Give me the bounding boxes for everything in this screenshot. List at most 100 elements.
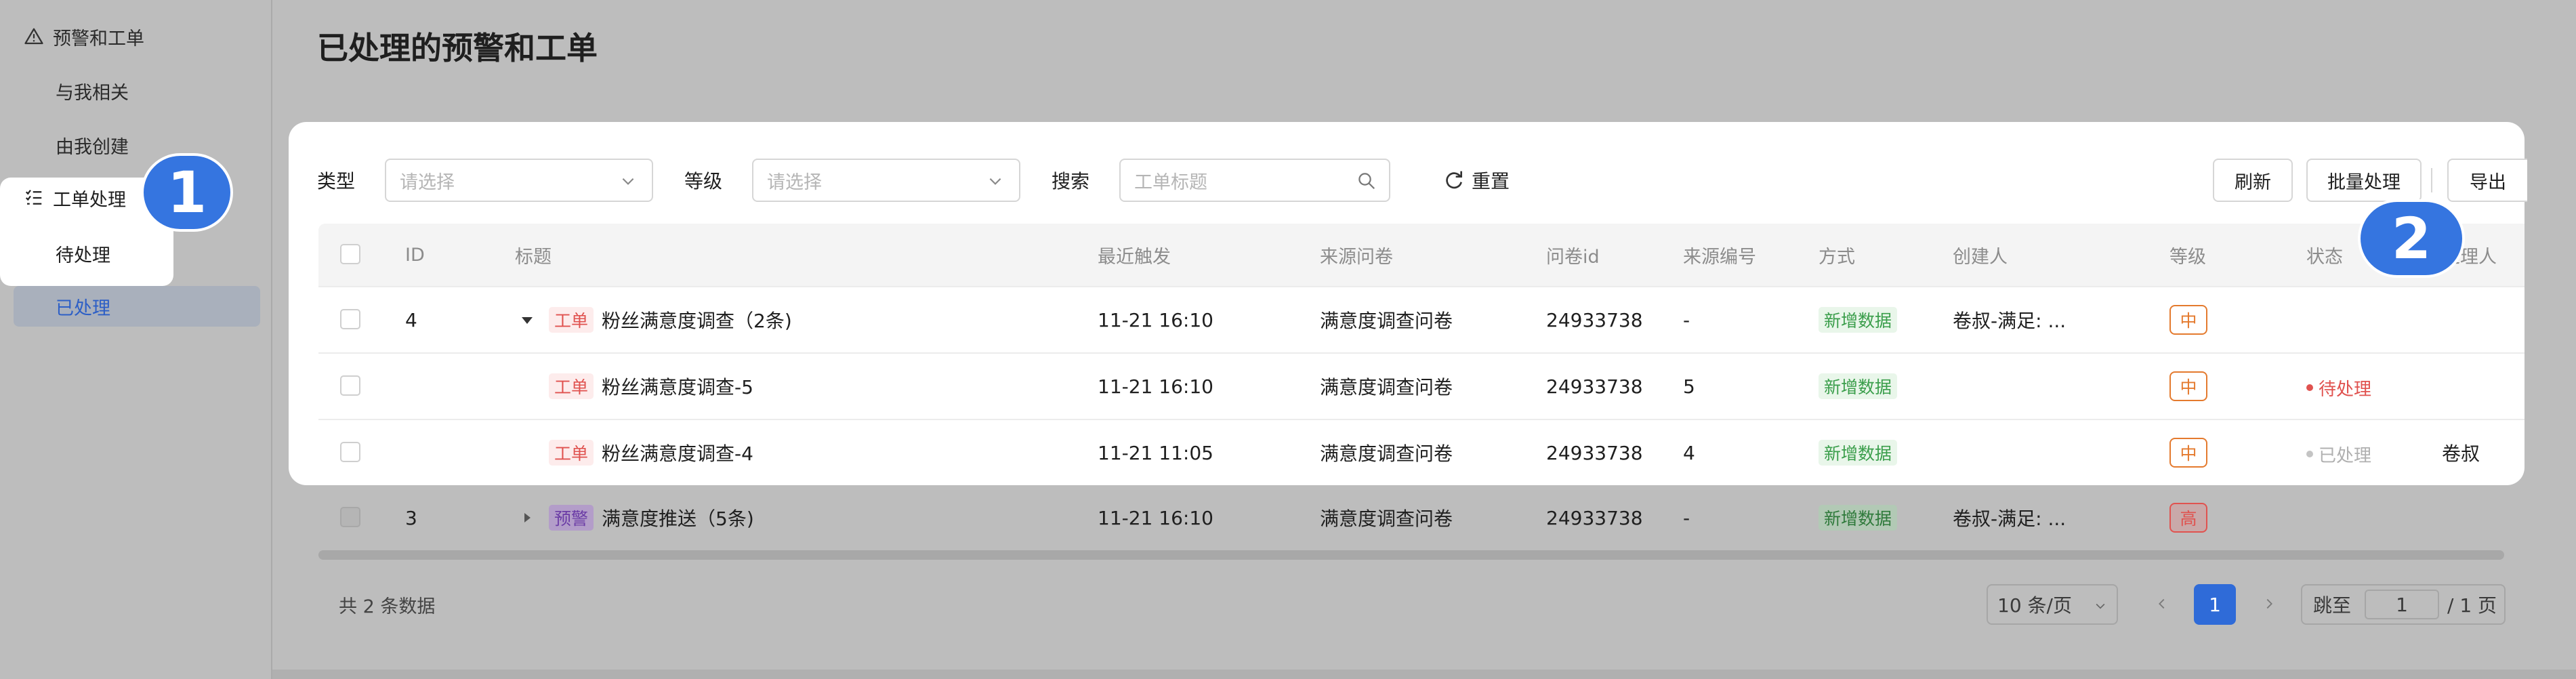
column-header-level[interactable]: 等级 xyxy=(2169,241,2206,268)
column-header-title[interactable]: 标题 xyxy=(515,241,552,268)
status-dot xyxy=(2306,384,2313,391)
search-input[interactable]: 工单标题 xyxy=(1119,159,1390,202)
chevron-down-icon xyxy=(2096,603,2105,609)
select-all-checkbox[interactable] xyxy=(340,244,360,264)
row-divider xyxy=(318,286,2525,287)
row-divider xyxy=(318,419,2525,420)
row-title[interactable]: 粉丝满意度调查（2条) xyxy=(602,306,792,333)
row-creator: 卷叔-满足: ... xyxy=(1953,508,2066,530)
method-tag: 新增数据 xyxy=(1819,505,1898,531)
column-header-last-triggered[interactable]: 最近触发 xyxy=(1098,241,1171,268)
row-survey-id: 24933738 xyxy=(1546,308,1643,331)
chevron-down-icon xyxy=(622,178,634,185)
method-tag: 新增数据 xyxy=(1819,307,1898,333)
total-pages: / 1 页 xyxy=(2447,594,2497,617)
row-title[interactable]: 粉丝满意度调查-4 xyxy=(602,439,753,466)
step-badge-2: 2 xyxy=(2358,199,2465,278)
level-filter-label: 等级 xyxy=(684,170,723,192)
refresh-icon xyxy=(1446,171,1462,189)
row-survey: 满意度调查问卷 xyxy=(1320,508,1453,530)
row-time: 11-21 11:05 xyxy=(1098,441,1213,464)
export-button[interactable]: 导出 xyxy=(2447,159,2527,202)
type-filter-label: 类型 xyxy=(317,170,356,192)
sidebar-selected-bg xyxy=(14,286,260,327)
row-checkbox[interactable] xyxy=(340,375,360,396)
method-tag: 新增数据 xyxy=(1819,440,1898,466)
sidebar-group-label: 预警和工单 xyxy=(53,28,144,49)
status-text: 待处理 xyxy=(2319,379,2372,400)
row-time: 11-21 16:10 xyxy=(1098,375,1213,398)
status-text: 已处理 xyxy=(2319,445,2372,466)
column-header-method[interactable]: 方式 xyxy=(1819,241,1855,268)
caret-right-icon[interactable] xyxy=(524,513,531,522)
level-badge: 高 xyxy=(2169,503,2207,533)
status-dot xyxy=(2306,451,2313,457)
row-id: 3 xyxy=(405,506,417,529)
toolbar-divider xyxy=(2431,168,2432,192)
row-survey: 满意度调查问卷 xyxy=(1320,376,1453,398)
warning-icon xyxy=(23,26,45,47)
search-icon[interactable] xyxy=(1356,171,1377,191)
horizontal-scrollbar[interactable] xyxy=(318,550,2504,560)
level-badge: 中 xyxy=(2169,438,2207,468)
column-header-id[interactable]: ID xyxy=(405,241,425,268)
row-survey-id: 24933738 xyxy=(1546,441,1643,464)
row-survey: 满意度调查问卷 xyxy=(1320,443,1453,465)
refresh-button[interactable]: 刷新 xyxy=(2213,159,2293,202)
column-header-survey-id[interactable]: 问卷id xyxy=(1546,241,1600,268)
list-check-icon xyxy=(23,187,45,209)
sidebar-item-processed[interactable]: 已处理 xyxy=(56,290,110,323)
sidebar-item-created[interactable]: 由我创建 xyxy=(56,129,129,161)
page-number-current[interactable]: 1 xyxy=(2194,584,2236,625)
row-handler: 卷叔 xyxy=(2442,443,2480,465)
row-creator: 卷叔-满足: ... xyxy=(1953,310,2066,332)
prev-page-icon[interactable] xyxy=(2155,596,2169,611)
chevron-down-icon xyxy=(989,178,1001,185)
next-page-icon[interactable] xyxy=(2262,596,2277,611)
type-select[interactable]: 请选择 xyxy=(385,159,653,202)
jump-to-page: 跳至 1 / 1 页 xyxy=(2301,584,2506,625)
row-title[interactable]: 满意度推送（5条) xyxy=(602,504,754,531)
sidebar-group-tickets[interactable]: 工单处理 xyxy=(23,182,126,214)
ticket-tag: 工单 xyxy=(549,440,594,466)
sidebar: 预警和工单 与我相关 由我创建 已处理 xyxy=(0,0,272,679)
jump-label: 跳至 xyxy=(2313,594,2352,617)
search-placeholder: 工单标题 xyxy=(1134,171,1207,193)
row-title[interactable]: 粉丝满意度调查-5 xyxy=(602,373,753,400)
level-badge: 中 xyxy=(2169,305,2207,335)
reset-button[interactable]: 重置 xyxy=(1443,165,1510,195)
page-title: 已处理的预警和工单 xyxy=(317,30,598,66)
row-survey: 满意度调查问卷 xyxy=(1320,310,1453,332)
row-checkbox[interactable] xyxy=(340,442,360,462)
step-badge-1: 1 xyxy=(141,153,233,232)
level-select[interactable]: 请选择 xyxy=(752,159,1020,202)
ticket-tag: 工单 xyxy=(549,373,594,399)
method-tag: 新增数据 xyxy=(1819,373,1898,399)
column-header-creator[interactable]: 创建人 xyxy=(1953,241,2008,268)
page-size-value: 10 条/页 xyxy=(1997,594,2072,617)
page-size-select[interactable]: 10 条/页 xyxy=(1987,584,2118,625)
row-time: 11-21 16:10 xyxy=(1098,506,1213,529)
level-select-placeholder: 请选择 xyxy=(767,171,822,193)
column-header-source-survey[interactable]: 来源问卷 xyxy=(1320,241,1393,268)
total-count: 共 2 条数据 xyxy=(339,596,436,617)
row-source-no: 4 xyxy=(1683,441,1695,464)
status-processed: 已处理 xyxy=(2306,440,2371,468)
jump-page-input[interactable]: 1 xyxy=(2365,590,2439,619)
batch-process-button[interactable]: 批量处理 xyxy=(2306,159,2422,202)
status-pending: 待处理 xyxy=(2306,374,2371,401)
sidebar-group-alerts[interactable]: 预警和工单 xyxy=(23,20,144,53)
row-checkbox[interactable] xyxy=(340,309,360,329)
row-id: 4 xyxy=(405,308,417,331)
sidebar-item-pending[interactable]: 待处理 xyxy=(56,237,110,270)
reset-label: 重置 xyxy=(1472,170,1510,192)
level-badge: 中 xyxy=(2169,371,2207,401)
column-header-status[interactable]: 状态 xyxy=(2306,241,2343,268)
sidebar-item-related[interactable]: 与我相关 xyxy=(56,75,129,107)
caret-down-icon[interactable] xyxy=(522,317,533,324)
row-checkbox[interactable] xyxy=(340,507,360,527)
row-divider xyxy=(318,352,2525,354)
ticket-tag: 工单 xyxy=(549,307,594,333)
row-source-no: - xyxy=(1683,308,1690,331)
column-header-source-no[interactable]: 来源编号 xyxy=(1683,241,1756,268)
